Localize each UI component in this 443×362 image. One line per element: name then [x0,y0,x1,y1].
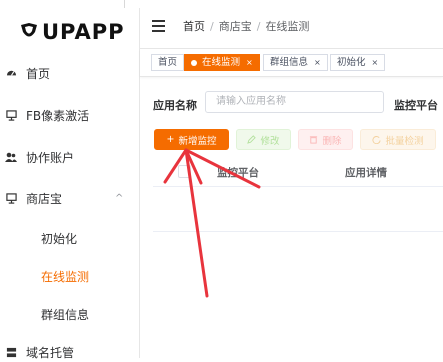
hamburger-icon[interactable] [152,20,165,33]
dashboard-icon [5,67,17,79]
tag-online-monitor[interactable]: 在线监测 × [184,54,260,71]
breadcrumb-item-home[interactable]: 首页 [183,18,205,34]
batch-check-label: 批量检测 [385,135,424,147]
tag-label: 群组信息 [270,57,309,68]
active-dot-icon [191,59,197,66]
monitor-icon [5,192,17,204]
delete-label: 删除 [322,135,342,147]
table-header [153,158,443,187]
table-body-divider [153,231,443,232]
refresh-icon [372,136,382,144]
close-icon[interactable]: × [314,54,321,71]
batch-check-button[interactable]: 批量检测 [360,129,436,150]
delete-button[interactable]: 删除 [298,129,353,150]
server-icon [5,346,17,358]
sidebar-item-label: 协作账户 [26,150,75,165]
users-icon [5,151,17,163]
tag-group-info[interactable]: 群组信息 × [263,54,328,71]
sidebar-item-collab-accounts[interactable]: 协作账户 [0,147,139,167]
sidebar-item-domain-hosting[interactable]: 域名托管 [0,342,139,362]
logo: UPAPP [19,20,125,44]
sidebar-item-label: 首页 [26,66,51,81]
navbar: 首页 / 商店宝 / 在线监测 [140,8,443,49]
submenu-item-online-monitor[interactable]: 在线监测 [0,266,139,286]
submenu-item-label: 初始化 [41,231,78,246]
tag-label: 首页 [158,57,178,68]
close-icon[interactable]: × [372,54,379,71]
tag-home[interactable]: 首页 [151,54,185,71]
tags-view: 首页 在线监测 × 群组信息 × 初始化 × [140,49,443,77]
trash-icon [310,136,318,144]
add-monitor-label: 新增监控 [178,135,217,147]
logo-icon [21,23,37,37]
tag-label: 初始化 [337,57,366,68]
edit-icon [247,135,257,144]
top-strip [0,0,443,8]
platform-label: 监控平台 [394,99,438,112]
breadcrumb-item-current: 在线监测 [265,20,310,33]
breadcrumb: 首页 / 商店宝 / 在线监测 [183,18,309,34]
top-divider [124,0,125,8]
close-icon[interactable]: × [246,54,253,71]
app-name-input[interactable]: 请输入应用名称 [205,91,384,113]
tag-init[interactable]: 初始化 × [330,54,386,71]
add-monitor-button[interactable]: + 新增监控 [154,129,229,150]
sidebar-item-home[interactable]: 首页 [0,63,139,83]
breadcrumb-separator: / [210,19,214,33]
sidebar-item-fb-pixel[interactable]: FB像素激活 [0,105,139,125]
logo-text: UPAPP [42,20,125,44]
sidebar-item-label: FB像素激活 [26,108,90,123]
edit-button[interactable]: 修改 [236,129,291,150]
plus-icon: + [166,134,175,145]
sidebar-item-label: 商店宝 [26,191,63,206]
app-name-label: 应用名称 [153,99,197,112]
column-header-platform: 监控平台 [217,167,259,179]
monitor-icon [5,109,17,121]
submenu-item-label: 在线监测 [41,269,90,284]
submenu-item-init[interactable]: 初始化 [0,228,139,248]
breadcrumb-separator: / [256,19,261,33]
breadcrumb-item-shop: 商店宝 [218,20,252,33]
column-header-app-details: 应用详情 [345,167,387,179]
sidebar-item-shop[interactable]: 商店宝 ^ [0,188,139,208]
submenu-item-label: 群组信息 [41,307,90,322]
select-all-checkbox[interactable] [178,165,191,178]
chevron-up-icon: ^ [115,192,124,204]
tag-label: 在线监测 [202,57,241,68]
edit-label: 修改 [260,135,280,147]
submenu-item-group-info[interactable]: 群组信息 [0,304,139,324]
